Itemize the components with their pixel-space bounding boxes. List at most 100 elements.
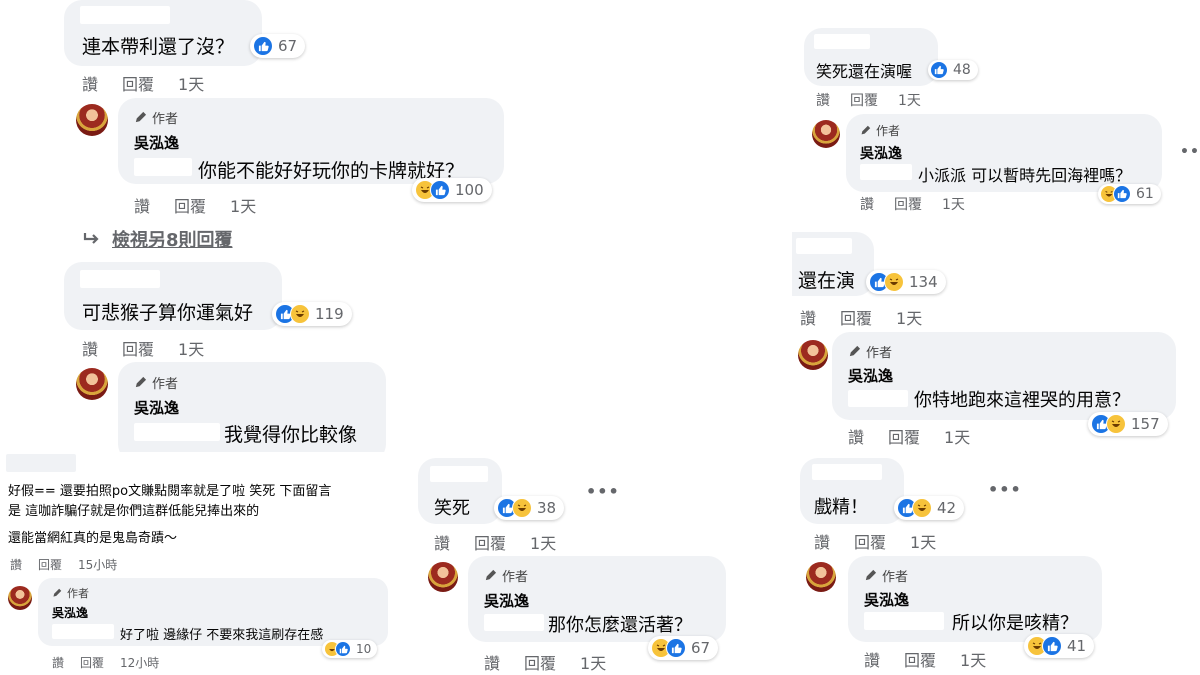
reply-link[interactable]: 回覆 (122, 71, 154, 95)
reaction-count: 134 (909, 273, 938, 291)
timestamp[interactable]: 15小時 (78, 556, 117, 573)
reaction-badge[interactable]: 119 (272, 302, 352, 326)
like-link[interactable]: 讚 (52, 654, 64, 671)
reaction-badge[interactable]: 134 (866, 270, 946, 294)
mentioned-name-redacted (484, 614, 544, 631)
avatar[interactable] (8, 586, 32, 610)
comment-actions: 讚 回覆 1天 (82, 71, 228, 95)
commenter-name-redacted (814, 34, 870, 49)
reply-text: 那你怎麼還活著？ (548, 615, 692, 636)
timestamp[interactable]: 1天 (230, 193, 256, 217)
reply-link[interactable]: 回覆 (904, 647, 936, 671)
timestamp[interactable]: 1天 (942, 194, 965, 214)
avatar[interactable] (76, 368, 108, 400)
reaction-badge[interactable]: 67 (250, 34, 306, 58)
author-label: 作者 (866, 346, 893, 361)
reaction-badge[interactable]: 41 (1024, 634, 1095, 658)
author-tag: 作者 (484, 566, 528, 585)
like-link[interactable]: 讚 (814, 529, 830, 553)
reply-link[interactable]: 回覆 (122, 336, 154, 360)
author-name[interactable]: 吳泓逸 (52, 604, 88, 621)
timestamp[interactable]: 1天 (910, 529, 936, 553)
author-tag: 作者 (848, 342, 892, 361)
reaction-badge[interactable]: 42 (894, 496, 965, 520)
comment-actions: 讚 回覆 1天 (434, 530, 580, 554)
reaction-badge[interactable]: 61 (1098, 184, 1161, 204)
like-link[interactable]: 讚 (800, 305, 816, 329)
reply-link[interactable]: 回覆 (524, 650, 556, 674)
like-link[interactable]: 讚 (10, 556, 22, 573)
like-link[interactable]: 讚 (82, 71, 98, 95)
timestamp[interactable]: 1天 (896, 305, 922, 329)
like-link[interactable]: 讚 (434, 530, 450, 554)
reply-actions: 讚 回覆 1天 (848, 424, 994, 448)
author-tag: 作者 (860, 122, 900, 139)
screenshot-panel-4: 笑死還在演喔 48 讚 回覆 1天 作者 吳泓逸 小派派 可以暫時先回海裡嗎？ … (792, 0, 1200, 452)
reply-actions: 讚 回覆 1天 (864, 647, 1010, 671)
pencil-icon (849, 345, 861, 357)
avatar[interactable] (806, 562, 836, 592)
avatar[interactable] (76, 104, 108, 136)
more-options-icon[interactable]: ••• (988, 480, 1022, 499)
more-options-icon[interactable]: ••• (1180, 144, 1200, 160)
author-name[interactable]: 吳泓逸 (134, 397, 179, 418)
reply-link[interactable]: 回覆 (38, 556, 62, 573)
like-link[interactable]: 讚 (816, 90, 830, 110)
like-link[interactable]: 讚 (860, 194, 874, 214)
timestamp[interactable]: 1天 (178, 71, 204, 95)
reply-link[interactable]: 回覆 (850, 90, 878, 110)
like-link[interactable]: 讚 (484, 650, 500, 674)
author-name[interactable]: 吳泓逸 (848, 365, 893, 386)
view-more-replies[interactable]: 檢視另8則回覆 (82, 226, 233, 252)
author-name[interactable]: 吳泓逸 (134, 132, 179, 153)
timestamp[interactable]: 1天 (944, 424, 970, 448)
reply-actions: 讚 回覆 12小時 (52, 654, 183, 671)
reply-actions: 讚 回覆 1天 (134, 193, 280, 217)
author-name[interactable]: 吳泓逸 (864, 589, 909, 610)
reaction-badge[interactable]: 67 (648, 636, 719, 660)
screenshot-panel-1: 連本帶利還了沒？ 67 讚 回覆 1天 作者 吳泓逸 你能不能好好玩你的卡牌就好… (0, 0, 560, 452)
like-link[interactable]: 讚 (848, 424, 864, 448)
comment-actions: 讚 回覆 1天 (82, 336, 228, 360)
reaction-badge[interactable]: 10 (322, 640, 378, 658)
screenshot-panel-3: 笑死 38 ••• 讚 回覆 1天 作者 吳泓逸 那你怎麼還活著？ 67 讚 回… (416, 452, 746, 675)
like-link[interactable]: 讚 (864, 647, 880, 671)
reaction-count: 10 (356, 642, 372, 656)
laughing-face-icon (912, 498, 932, 518)
pencil-icon (53, 588, 62, 597)
reaction-badge[interactable]: 100 (412, 178, 492, 202)
reaction-badge[interactable]: 38 (494, 496, 565, 520)
author-name[interactable]: 吳泓逸 (860, 143, 902, 163)
timestamp[interactable]: 1天 (530, 530, 556, 554)
timestamp[interactable]: 1天 (580, 650, 606, 674)
like-link[interactable]: 讚 (82, 336, 98, 360)
reply-link[interactable]: 回覆 (854, 529, 886, 553)
commenter-name-redacted (796, 238, 852, 254)
timestamp[interactable]: 1天 (178, 336, 204, 360)
avatar[interactable] (798, 340, 828, 370)
laughing-face-icon (512, 498, 532, 518)
comment-text: 還在演 (798, 270, 856, 292)
more-options-icon[interactable]: ••• (586, 482, 620, 501)
reaction-count: 38 (537, 499, 557, 517)
reply-link[interactable]: 回覆 (174, 193, 206, 217)
reaction-badge[interactable]: 157 (1088, 412, 1168, 436)
reply-link[interactable]: 回覆 (888, 424, 920, 448)
author-label: 作者 (876, 124, 901, 138)
timestamp[interactable]: 1天 (960, 647, 986, 671)
commenter-name-redacted (80, 270, 160, 288)
timestamp[interactable]: 12小時 (120, 654, 159, 671)
comment-text: 可悲猴子算你運氣好 (82, 302, 254, 324)
avatar[interactable] (428, 562, 458, 592)
reply-link[interactable]: 回覆 (840, 305, 872, 329)
author-name[interactable]: 吳泓逸 (484, 590, 529, 611)
timestamp[interactable]: 1天 (898, 90, 921, 110)
reply-link[interactable]: 回覆 (894, 194, 922, 214)
thumbs-up-icon (335, 641, 351, 657)
commenter-name-redacted (812, 464, 882, 480)
like-link[interactable]: 讚 (134, 193, 150, 217)
reaction-badge[interactable]: 48 (928, 60, 978, 80)
reply-link[interactable]: 回覆 (80, 654, 104, 671)
reply-link[interactable]: 回覆 (474, 530, 506, 554)
avatar[interactable] (812, 120, 840, 148)
